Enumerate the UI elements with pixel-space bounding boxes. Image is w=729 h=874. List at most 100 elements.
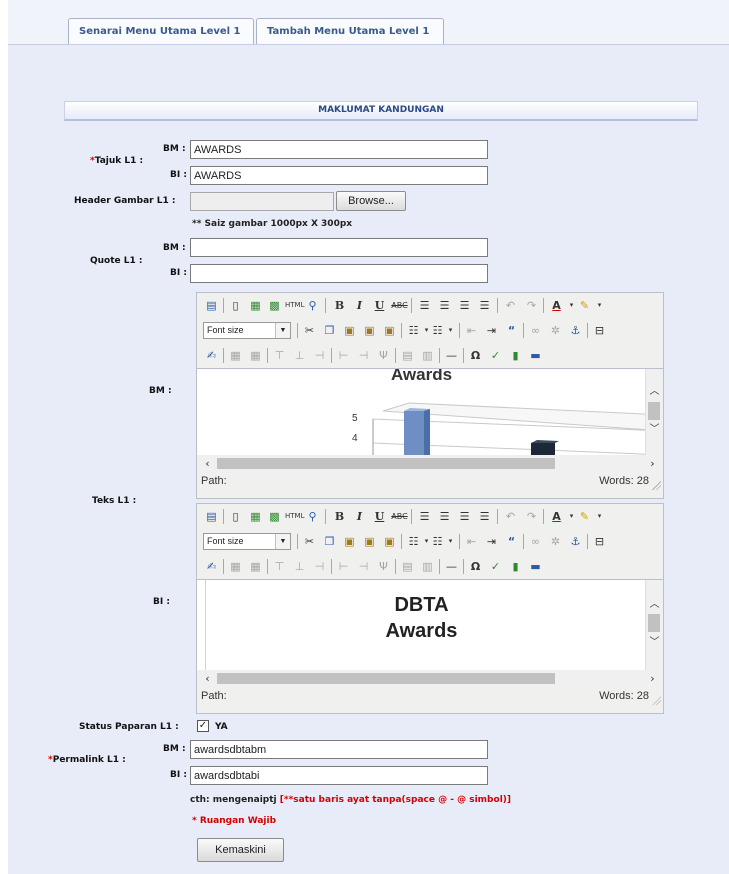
horizontal-scrollbar-bi[interactable]: ‹ › xyxy=(197,670,663,687)
cut-icon[interactable]: ✂ xyxy=(301,322,318,339)
rich-text-editor-bi[interactable]: ▤ ▯ ▦ ▩ HTML ⚲ B I U ABC ☰ ☰ ☰ ☰ ↶ ↷ A ▾… xyxy=(196,503,664,714)
outdent-icon[interactable]: ⇤ xyxy=(463,533,480,550)
special-char-icon[interactable]: Ω xyxy=(467,347,484,364)
link-icon[interactable]: ∞ xyxy=(527,533,544,550)
hr-icon[interactable]: ▬ xyxy=(527,347,544,364)
underline-icon[interactable]: U xyxy=(371,297,388,314)
table-icon[interactable]: ▦ xyxy=(227,347,244,364)
html-icon[interactable]: HTML xyxy=(285,297,304,314)
merge-cells-icon[interactable]: ▤ xyxy=(399,347,416,364)
paste-word-icon[interactable]: ▩ xyxy=(266,508,283,525)
delete-col-icon[interactable]: Ψ xyxy=(375,558,392,575)
paste-word-icon[interactable]: ▣ xyxy=(381,322,398,339)
paste-text-icon[interactable]: ▦ xyxy=(247,297,264,314)
row-below-icon[interactable]: ⊥ xyxy=(291,347,308,364)
browse-button[interactable]: Browse... xyxy=(336,191,406,211)
paste-word-icon[interactable]: ▣ xyxy=(381,533,398,550)
italic-icon[interactable]: I xyxy=(351,297,368,314)
tajuk-bi-input[interactable] xyxy=(190,166,488,185)
underline-icon[interactable]: U xyxy=(371,508,388,525)
paste-text-icon[interactable]: ▦ xyxy=(247,508,264,525)
col-after-icon[interactable]: ⊣ xyxy=(355,347,372,364)
row-below-icon[interactable]: ⊥ xyxy=(291,558,308,575)
copy-icon[interactable]: ❐ xyxy=(321,533,338,550)
status-checkbox[interactable]: ✓ xyxy=(197,720,209,732)
col-before-icon[interactable]: ⊢ xyxy=(335,347,352,364)
tajuk-bm-input[interactable] xyxy=(190,140,488,159)
tab-senarai-menu[interactable]: Senarai Menu Utama Level 1 xyxy=(68,18,254,44)
cut-icon[interactable]: ✂ xyxy=(301,533,318,550)
highlight-dropdown-icon[interactable]: ▾ xyxy=(591,508,608,525)
unlink-icon[interactable]: ✲ xyxy=(547,322,564,339)
hr-icon[interactable]: ▬ xyxy=(527,558,544,575)
outdent-icon[interactable]: ⇤ xyxy=(463,322,480,339)
numbered-dropdown-icon[interactable]: ▾ xyxy=(442,322,459,339)
new-document-icon[interactable]: ▯ xyxy=(227,297,244,314)
font-size-select[interactable]: Font size ▼ xyxy=(203,533,291,550)
indent-icon[interactable]: ⇥ xyxy=(483,322,500,339)
blockquote-icon[interactable]: “ xyxy=(503,322,520,339)
tab-tambah-menu[interactable]: Tambah Menu Utama Level 1 xyxy=(256,18,444,44)
quote-bi-input[interactable] xyxy=(190,264,488,283)
source-icon[interactable]: ▤ xyxy=(203,508,220,525)
horizontal-rule-icon[interactable]: — xyxy=(443,347,460,364)
align-justify-icon[interactable]: ☰ xyxy=(476,508,493,525)
split-cells-icon[interactable]: ▥ xyxy=(419,347,436,364)
row-above-icon[interactable]: ⊤ xyxy=(271,558,288,575)
font-size-select[interactable]: Font size ▼ xyxy=(203,322,291,339)
align-justify-icon[interactable]: ☰ xyxy=(476,297,493,314)
table-props-icon[interactable]: ▦ xyxy=(247,347,264,364)
editor-content-bm[interactable]: Awards 5 4 ︿ ﹀ xyxy=(197,368,663,455)
align-left-icon[interactable]: ☰ xyxy=(416,297,433,314)
strikethrough-icon[interactable]: ABC xyxy=(391,508,408,525)
editor-content-bi[interactable]: DBTA Awards ︿ ﹀ xyxy=(197,579,663,670)
page-break-icon[interactable]: ⊟ xyxy=(591,322,608,339)
paste-word-icon[interactable]: ▩ xyxy=(266,297,283,314)
align-right-icon[interactable]: ☰ xyxy=(456,297,473,314)
permalink-bi-input[interactable] xyxy=(190,766,488,785)
undo-icon[interactable]: ↶ xyxy=(502,297,519,314)
numbered-dropdown-icon[interactable]: ▾ xyxy=(442,533,459,550)
horizontal-scrollbar-bm[interactable]: ‹ › xyxy=(197,455,663,472)
bold-icon[interactable]: B xyxy=(331,297,348,314)
source-icon[interactable]: ▤ xyxy=(203,297,220,314)
link-icon[interactable]: ∞ xyxy=(527,322,544,339)
vertical-scrollbar-bi[interactable]: ︿ ﹀ xyxy=(645,580,663,670)
align-center-icon[interactable]: ☰ xyxy=(436,508,453,525)
merge-cells-icon[interactable]: ▤ xyxy=(399,558,416,575)
redo-icon[interactable]: ↷ xyxy=(523,297,540,314)
col-before-icon[interactable]: ⊢ xyxy=(335,558,352,575)
italic-icon[interactable]: I xyxy=(351,508,368,525)
special-char-icon[interactable]: Ω xyxy=(467,558,484,575)
page-break-icon[interactable]: ⊟ xyxy=(591,533,608,550)
media-icon[interactable]: ▮ xyxy=(507,558,524,575)
permalink-bm-input[interactable] xyxy=(190,740,488,759)
col-after-icon[interactable]: ⊣ xyxy=(355,558,372,575)
align-center-icon[interactable]: ☰ xyxy=(436,297,453,314)
indent-icon[interactable]: ⇥ xyxy=(483,533,500,550)
delete-row-icon[interactable]: ⊣ xyxy=(311,558,328,575)
kemaskini-button[interactable]: Kemaskini xyxy=(197,838,284,862)
file-path-field[interactable] xyxy=(190,192,334,211)
copy-icon[interactable]: ❐ xyxy=(321,322,338,339)
paste-icon[interactable]: ▣ xyxy=(341,322,358,339)
resize-grip-icon[interactable] xyxy=(652,696,661,705)
table-props-icon[interactable]: ▦ xyxy=(247,558,264,575)
anchor-icon[interactable]: ⚓ xyxy=(567,533,584,550)
spellcheck-icon[interactable]: ✓ xyxy=(487,558,504,575)
preview-icon[interactable]: ⚲ xyxy=(304,297,321,314)
html-icon[interactable]: HTML xyxy=(285,508,304,525)
rich-text-editor-bm[interactable]: ▤ ▯ ▦ ▩ HTML ⚲ B I U ABC ☰ ☰ ☰ ☰ ↶ ↷ A ▾… xyxy=(196,292,664,499)
edit-icon[interactable]: ✍ xyxy=(203,558,220,575)
delete-col-icon[interactable]: Ψ xyxy=(375,347,392,364)
quote-bm-input[interactable] xyxy=(190,238,488,257)
resize-grip-icon[interactable] xyxy=(652,481,661,490)
horizontal-rule-icon[interactable]: — xyxy=(443,558,460,575)
align-left-icon[interactable]: ☰ xyxy=(416,508,433,525)
preview-icon[interactable]: ⚲ xyxy=(304,508,321,525)
align-right-icon[interactable]: ☰ xyxy=(456,508,473,525)
table-icon[interactable]: ▦ xyxy=(227,558,244,575)
media-icon[interactable]: ▮ xyxy=(507,347,524,364)
unlink-icon[interactable]: ✲ xyxy=(547,533,564,550)
vertical-scrollbar-bm[interactable]: ︿ ﹀ xyxy=(645,369,663,455)
